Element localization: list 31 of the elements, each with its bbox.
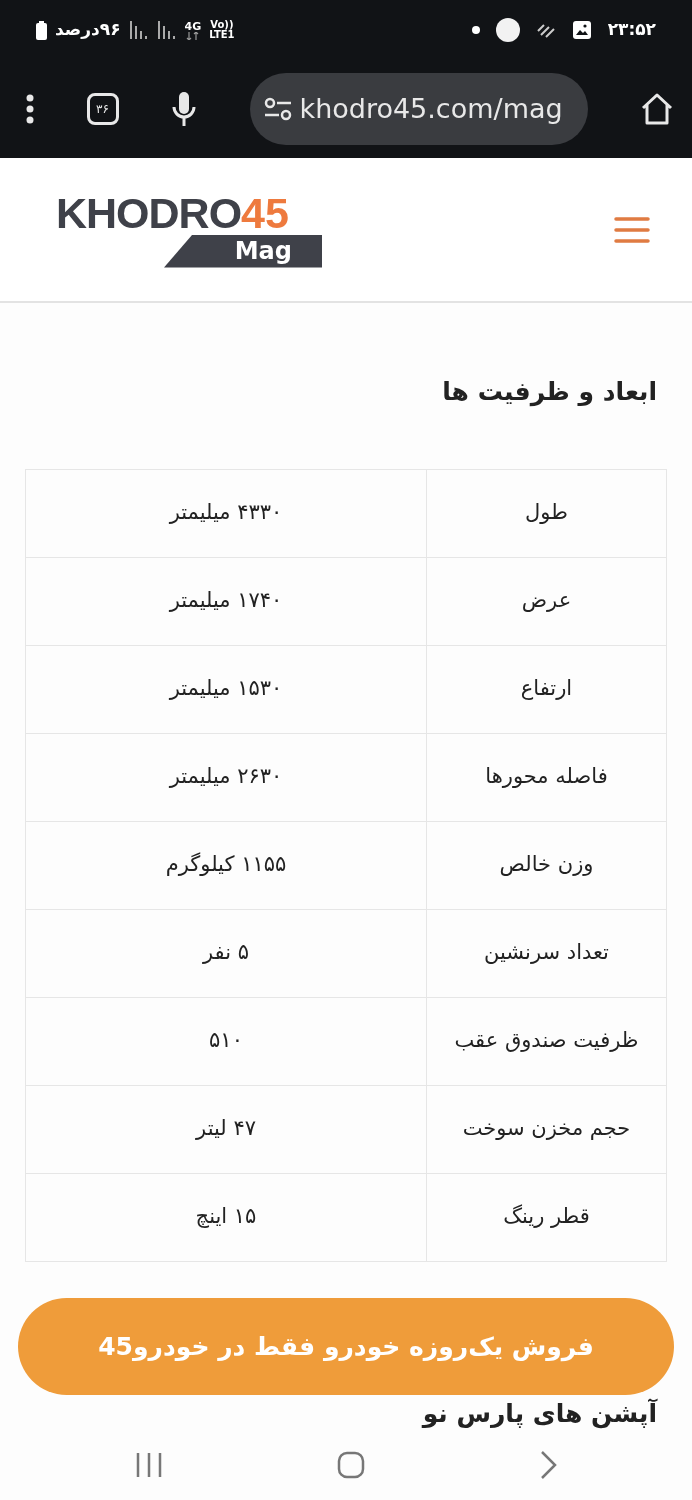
table-cell: ارتفاع — [426, 645, 667, 733]
table-cell: ۲۶۳۰ میلیمتر — [25, 733, 427, 821]
logo-subtitle: Mag — [164, 234, 322, 268]
battery-text: ۹۶درصد — [55, 18, 121, 42]
table-cell: حجم مخزن سوخت — [426, 1085, 667, 1173]
table-cell: ظرفیت صندوق عقب — [426, 997, 667, 1085]
table-cell: ۵۱۰ — [25, 997, 427, 1085]
network-label: 4G — [184, 20, 202, 32]
table-cell: طول — [426, 469, 667, 557]
table-cell: عرض — [426, 557, 667, 645]
section-title: آپشن های پارس نو — [420, 1398, 657, 1429]
clock: ۲۳:۵۲ — [607, 18, 656, 42]
table-cell: ۱۵۳۰ میلیمتر — [25, 645, 427, 733]
table-cell: ۴۳۳۰ میلیمتر — [25, 469, 427, 557]
table-cell: قطر رینگ — [426, 1173, 667, 1261]
table-cell: وزن خالص — [426, 821, 667, 909]
table-cell: ۴۷ لیتر — [25, 1085, 427, 1173]
table-cell: ۱۵ اینچ — [25, 1173, 427, 1261]
table-cell: ۵ نفر — [25, 909, 427, 997]
table-cell: فاصله محورها — [426, 733, 667, 821]
table-cell: تعداد سرنشین — [426, 909, 667, 997]
url-text: khodro45.com/mag — [299, 91, 563, 126]
address-bar[interactable]: khodro45.com/mag — [249, 73, 588, 145]
logo-number: 45 — [241, 191, 289, 235]
tab-count-button[interactable]: ۳۶ — [86, 93, 119, 125]
section-title: ابعاد و ظرفیت ها — [441, 376, 657, 409]
volte-label: Vo)) — [210, 20, 234, 30]
lte-label: LTE1 — [209, 30, 235, 40]
table-cell: ۱۱۵۵ کیلوگرم — [25, 821, 427, 909]
logo-text: KHODRO — [56, 191, 242, 235]
table-cell: ۱۷۴۰ میلیمتر — [25, 557, 427, 645]
